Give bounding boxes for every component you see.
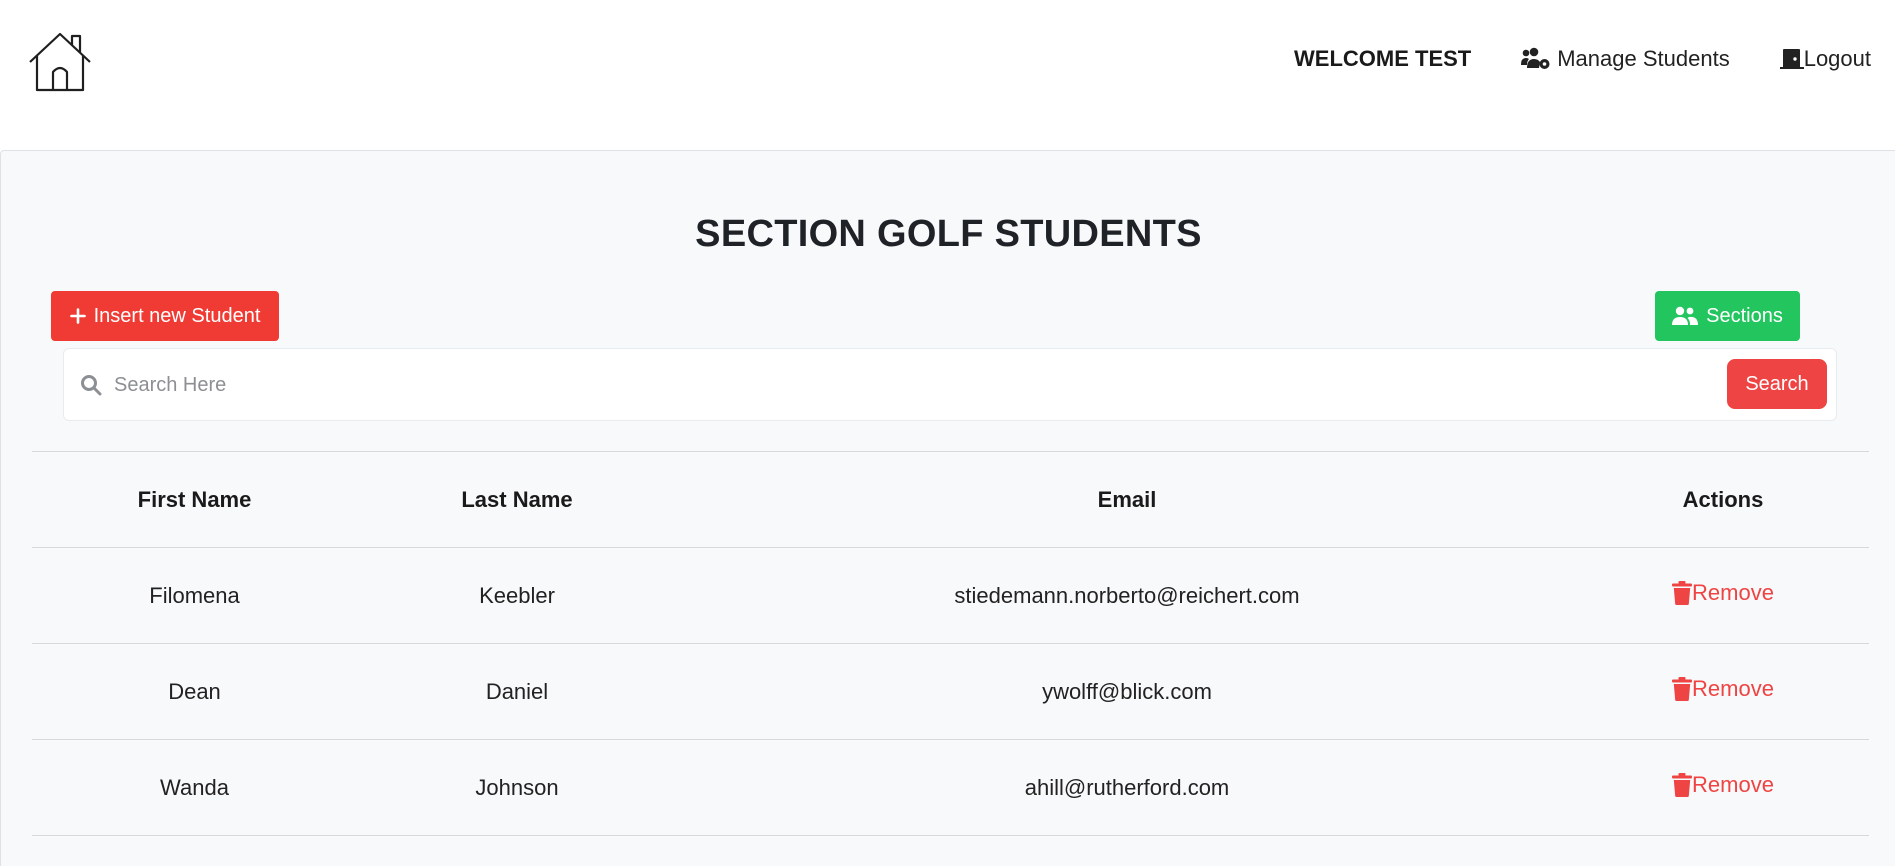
page-title: SECTION GOLF STUDENTS xyxy=(695,213,1202,255)
cell-email: ywolff@blick.com xyxy=(677,643,1577,740)
remove-label: Remove xyxy=(1692,772,1774,797)
remove-label: Remove xyxy=(1692,580,1774,605)
welcome-text: WELCOME TEST xyxy=(1294,46,1472,71)
cell-email: stiedemann.norberto@reichert.com xyxy=(677,547,1577,644)
trash-icon xyxy=(1672,773,1693,797)
table-row: Dean Daniel ywolff@blick.com Remove xyxy=(32,643,1869,740)
sections-label: Sections xyxy=(1706,304,1783,327)
cell-first-name: Filomena xyxy=(32,547,357,644)
search-bar: Search xyxy=(63,348,1837,421)
cell-last-name: Johnson xyxy=(357,739,677,836)
sections-button[interactable]: Sections xyxy=(1655,291,1800,341)
search-icon xyxy=(81,375,102,396)
table-row: Wanda Johnson ahill@rutherford.com Remov… xyxy=(32,739,1869,836)
header-first-name: First Name xyxy=(32,451,357,548)
home-icon xyxy=(29,32,91,92)
manage-students-label: Manage Students xyxy=(1557,46,1730,71)
search-button[interactable]: Search xyxy=(1727,359,1827,409)
nav-right: WELCOME TEST Manage Students Logout xyxy=(1294,46,1871,72)
cell-last-name: Keebler xyxy=(357,547,677,644)
logout-label: Logout xyxy=(1803,46,1871,71)
header-actions: Actions xyxy=(1577,451,1869,548)
manage-students-link[interactable]: Manage Students xyxy=(1521,46,1730,72)
remove-label: Remove xyxy=(1692,676,1774,701)
table-header-row: First Name Last Name Email Actions xyxy=(32,451,1869,548)
cell-actions: Remove xyxy=(1577,547,1869,644)
cell-first-name: Wanda xyxy=(32,739,357,836)
home-link[interactable] xyxy=(26,30,94,92)
search-input[interactable] xyxy=(114,365,1714,405)
main-panel: SECTION GOLF STUDENTS Insert new Student… xyxy=(0,150,1895,866)
insert-student-button[interactable]: Insert new Student xyxy=(51,291,279,341)
header-email: Email xyxy=(677,451,1577,548)
cell-email: ahill@rutherford.com xyxy=(677,739,1577,836)
door-icon xyxy=(1779,49,1804,69)
trash-icon xyxy=(1672,677,1693,701)
trash-icon xyxy=(1672,581,1693,605)
users-icon xyxy=(1672,306,1699,325)
plus-icon xyxy=(69,308,86,324)
insert-student-label: Insert new Student xyxy=(93,304,261,327)
cell-last-name: Daniel xyxy=(357,643,677,740)
table-row: Filomena Keebler stiedemann.norberto@rei… xyxy=(32,547,1869,644)
header-last-name: Last Name xyxy=(357,451,677,548)
remove-button[interactable]: Remove xyxy=(1672,580,1774,606)
remove-button[interactable]: Remove xyxy=(1672,676,1774,702)
navbar: WELCOME TEST Manage Students Logout xyxy=(0,0,1895,150)
cell-first-name: Dean xyxy=(32,643,357,740)
logout-link[interactable]: Logout xyxy=(1779,46,1871,72)
users-cog-icon xyxy=(1521,47,1550,69)
cell-actions: Remove xyxy=(1577,739,1869,836)
cell-actions: Remove xyxy=(1577,643,1869,740)
remove-button[interactable]: Remove xyxy=(1672,772,1774,798)
students-table: First Name Last Name Email Actions Filom… xyxy=(32,451,1869,836)
